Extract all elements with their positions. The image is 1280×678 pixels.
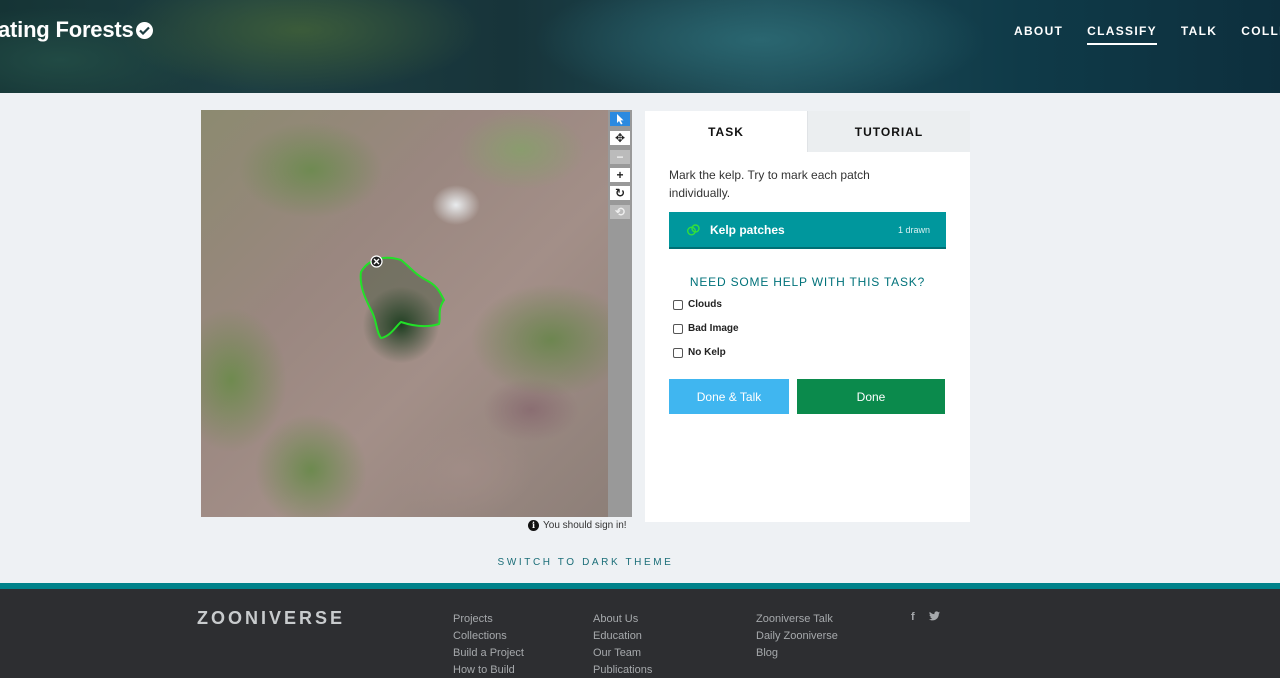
nav-about[interactable]: ABOUT bbox=[1014, 24, 1063, 45]
footer-link[interactable]: Education bbox=[593, 630, 652, 647]
viewer-toolbar: ✥ − + ↻ ⟲ bbox=[608, 110, 632, 517]
facebook-icon[interactable]: f bbox=[911, 611, 915, 623]
footer-link[interactable]: Collections bbox=[453, 630, 524, 647]
project-nav: ABOUT CLASSIFY TALK COLLECT bbox=[1014, 24, 1280, 45]
footer-link[interactable]: Projects bbox=[453, 613, 524, 630]
footer-link[interactable]: Publications bbox=[593, 664, 652, 678]
subject-image[interactable] bbox=[201, 110, 608, 517]
social-links: f bbox=[911, 611, 940, 623]
checkbox-box[interactable] bbox=[673, 323, 683, 334]
footer-link[interactable]: How to Build bbox=[453, 664, 524, 678]
site-footer: ZOONIVERSE Projects Collections Build a … bbox=[0, 589, 1280, 678]
footer-link[interactable]: Build a Project bbox=[453, 647, 524, 664]
kelp-patches-tool[interactable]: Kelp patches 1 drawn bbox=[669, 212, 946, 249]
checkbox-box[interactable] bbox=[673, 347, 683, 358]
pointer-icon[interactable] bbox=[610, 112, 630, 126]
footer-link[interactable]: Daily Zooniverse bbox=[756, 630, 838, 647]
checkbox-clouds[interactable]: Clouds bbox=[673, 299, 722, 310]
done-button[interactable]: Done bbox=[797, 379, 945, 414]
task-panel: TASK TUTORIAL Mark the kelp. Try to mark… bbox=[645, 111, 970, 522]
rotate-icon[interactable]: ↻ bbox=[610, 186, 630, 200]
move-icon[interactable]: ✥ bbox=[610, 131, 630, 145]
footer-col-talk: Zooniverse Talk Daily Zooniverse Blog bbox=[756, 613, 838, 664]
task-instruction: Mark the kelp. Try to mark each patch in… bbox=[669, 168, 870, 200]
kelp-patch-outline[interactable] bbox=[201, 110, 608, 517]
done-and-talk-button[interactable]: Done & Talk bbox=[669, 379, 789, 414]
info-icon: i bbox=[528, 520, 539, 531]
checkbox-bad-image[interactable]: Bad Image bbox=[673, 323, 739, 334]
project-header: ating Forests ABOUT CLASSIFY TALK COLLEC… bbox=[0, 0, 1280, 93]
help-link[interactable]: NEED SOME HELP WITH THIS TASK? bbox=[645, 275, 970, 289]
zooniverse-logo[interactable]: ZOONIVERSE bbox=[197, 608, 345, 629]
kelp-patch-icon bbox=[687, 223, 700, 235]
task-tabs: TASK TUTORIAL bbox=[645, 111, 970, 152]
zoom-in-icon[interactable]: + bbox=[610, 168, 630, 182]
twitter-icon[interactable] bbox=[928, 611, 940, 621]
checkbox-label: No Kelp bbox=[688, 347, 726, 358]
nav-talk[interactable]: TALK bbox=[1181, 24, 1217, 45]
footer-link[interactable]: Our Team bbox=[593, 647, 652, 664]
tab-task[interactable]: TASK bbox=[645, 111, 807, 152]
nav-collect[interactable]: COLLECT bbox=[1241, 24, 1280, 45]
checkbox-box[interactable] bbox=[673, 299, 683, 310]
reset-icon[interactable]: ⟲ bbox=[610, 205, 630, 219]
footer-col-about: About Us Education Our Team Publications bbox=[593, 613, 652, 678]
checkbox-label: Clouds bbox=[688, 299, 722, 310]
tool-label: Kelp patches bbox=[710, 222, 785, 237]
footer-col-projects: Projects Collections Build a Project How… bbox=[453, 613, 524, 678]
zoom-out-icon[interactable]: − bbox=[610, 150, 630, 164]
verified-badge-icon bbox=[136, 22, 153, 39]
footer-link[interactable]: Blog bbox=[756, 647, 838, 664]
sign-in-text: You should sign in! bbox=[543, 520, 627, 531]
footer-link[interactable]: About Us bbox=[593, 613, 652, 630]
delete-mark-icon[interactable] bbox=[370, 255, 383, 268]
nav-classify[interactable]: CLASSIFY bbox=[1087, 24, 1157, 45]
tab-tutorial[interactable]: TUTORIAL bbox=[807, 111, 970, 152]
checkbox-label: Bad Image bbox=[688, 323, 739, 334]
project-title[interactable]: ating Forests bbox=[0, 17, 134, 43]
drawn-count: 1 drawn bbox=[897, 224, 930, 235]
checkbox-no-kelp[interactable]: No Kelp bbox=[673, 347, 726, 358]
footer-link[interactable]: Zooniverse Talk bbox=[756, 613, 838, 630]
sign-in-notice: i You should sign in! bbox=[528, 520, 627, 531]
switch-dark-theme-link[interactable]: SWITCH TO DARK THEME bbox=[0, 557, 1171, 568]
